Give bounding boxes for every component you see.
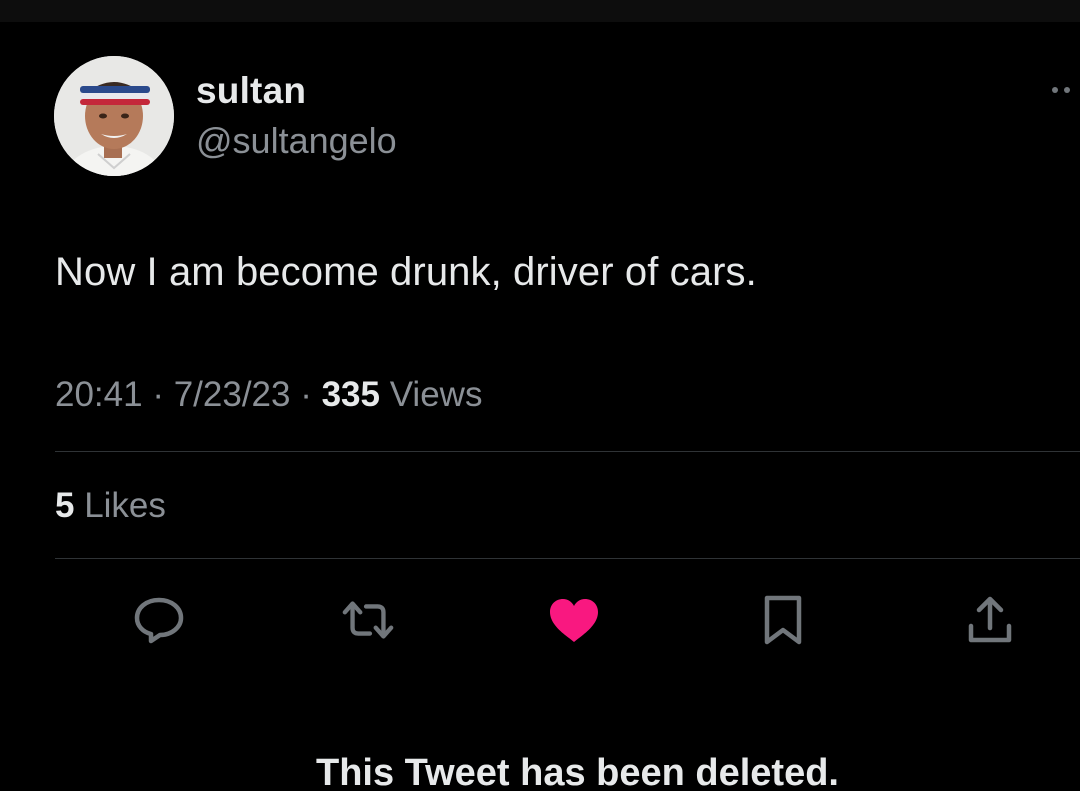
views-count: 335 — [321, 375, 380, 414]
top-bar — [0, 0, 1080, 22]
meta-separator: · — [142, 375, 174, 414]
likes-count: 5 — [55, 486, 75, 525]
avatar[interactable] — [54, 56, 174, 176]
retweet-arrows-icon — [342, 601, 394, 639]
likes-label: Likes — [74, 486, 166, 525]
display-name[interactable]: sultan — [196, 70, 306, 112]
likes-stat[interactable]: 5 Likes — [55, 486, 166, 526]
reply-button[interactable] — [131, 592, 187, 648]
share-upload-icon — [968, 596, 1012, 643]
tweet-screen: sultan @sultangelo Now I am become drunk… — [0, 0, 1080, 791]
tweet-date[interactable]: 7/23/23 — [174, 375, 291, 414]
deleted-caption: This Tweet has been deleted. — [316, 752, 839, 791]
dot — [1052, 87, 1058, 93]
views-label: Views — [380, 375, 483, 414]
divider — [55, 558, 1080, 559]
user-handle[interactable]: @sultangelo — [196, 120, 397, 162]
tweet-meta: 20:41 · 7/23/23 · 335 Views — [55, 375, 482, 415]
dot — [1064, 87, 1070, 93]
tweet-text: Now I am become drunk, driver of cars. — [55, 250, 757, 294]
bookmark-icon — [764, 595, 802, 645]
speech-bubble-icon — [134, 597, 184, 644]
heart-icon — [550, 599, 598, 642]
like-button[interactable] — [546, 592, 602, 648]
tweet-time[interactable]: 20:41 — [55, 375, 143, 414]
retweet-button[interactable] — [340, 592, 396, 648]
share-button[interactable] — [962, 592, 1018, 648]
bookmark-button[interactable] — [755, 592, 811, 648]
more-options-icon[interactable] — [1052, 80, 1080, 100]
divider — [55, 451, 1080, 452]
meta-separator: · — [290, 375, 322, 414]
profile-photo-icon — [54, 56, 174, 176]
